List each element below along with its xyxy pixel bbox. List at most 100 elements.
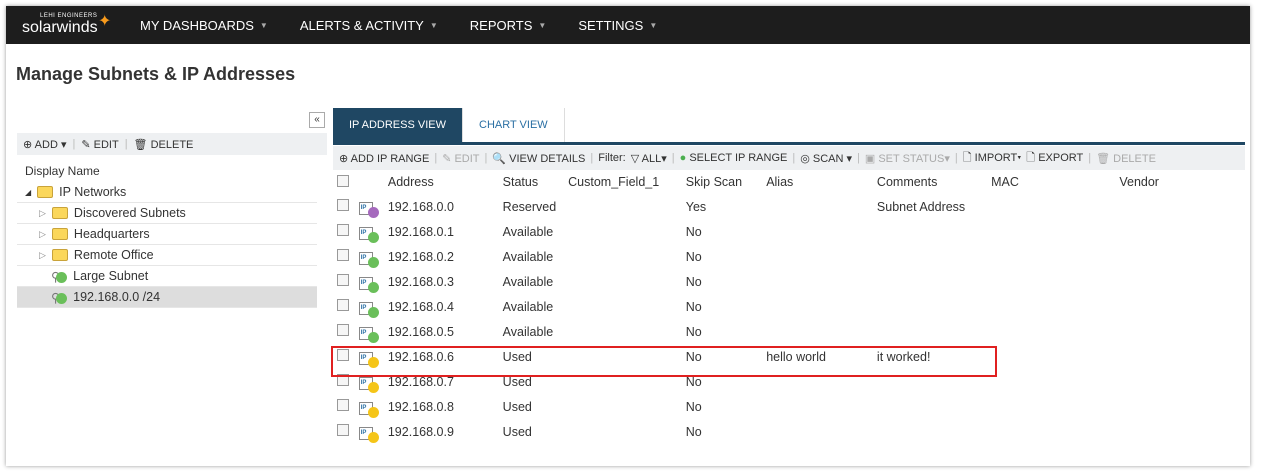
ip-status-icon: IP [358,377,379,393]
column-header[interactable]: Comments [873,170,987,194]
tree-toolbar: ⊕ ADD ▾ | ✎ EDIT | 🗑 DELETE [17,133,327,155]
ip-status-icon: IP [358,252,379,268]
cell [762,319,873,344]
cell [987,194,1115,219]
cell: Yes [685,199,707,214]
table-row[interactable]: IP 192.168.0.8 Used No [333,394,1245,419]
tab-ip-address-view[interactable]: IP ADDRESS VIEW [333,108,463,142]
cell [1115,294,1245,319]
ip-address-panel: IP ADDRESS VIEW CHART VIEW ⊕ ADD IP RANG… [333,108,1245,466]
ip-status-icon: IP [358,427,379,443]
collapse-panel-button[interactable]: « [309,112,325,128]
column-header[interactable]: Vendor [1115,170,1245,194]
nav-menu-3[interactable]: SETTINGS ▼ [578,18,657,33]
table-row[interactable]: IP 192.168.0.9 Used No [333,419,1245,444]
expand-arrow-icon: ▷ [39,249,46,260]
nav-menu-0[interactable]: MY DASHBOARDS ▼ [140,18,268,33]
column-header[interactable]: Address [384,170,499,194]
table-row[interactable]: IP 192.168.0.2 Available No [333,244,1245,269]
cell [873,319,987,344]
column-header[interactable]: Custom_Field_1 [564,170,682,194]
filter-dropdown[interactable]: ▽ ALL▾ [631,152,667,165]
row-checkbox[interactable] [337,299,349,311]
cell: Used [502,424,532,439]
delete-button[interactable]: 🗑 DELETE [1096,152,1156,165]
add-ip-range-button[interactable]: ⊕ ADD IP RANGE [339,152,429,165]
row-checkbox[interactable] [337,274,349,286]
set-status-button[interactable]: ▣ SET STATUS▾ [865,152,950,165]
tree-item[interactable]: ▷ Headquarters [17,224,317,245]
table-row[interactable]: IP 192.168.0.3 Available No [333,269,1245,294]
highlight-box [331,346,997,377]
subnet-tree-panel: « ⊕ ADD ▾ | ✎ EDIT | 🗑 DELETE Display Name… [17,108,327,466]
cell [762,269,873,294]
table-row[interactable]: IP 192.168.0.1 Available No [333,219,1245,244]
table-row[interactable]: IP 192.168.0.4 Available No [333,294,1245,319]
tree-item[interactable]: ◢ IP Networks [17,182,317,203]
tree-item[interactable]: ▷ Remote Office [17,245,317,266]
app-window: LEHI ENGINEERS solarwinds ✦ MY DASHBOARD… [6,6,1250,466]
column-header[interactable]: Alias [762,170,873,194]
column-header[interactable]: MAC [987,170,1115,194]
ip-status-icon: IP [358,402,379,418]
column-header-display-name: Display Name [25,164,100,178]
row-checkbox[interactable] [337,249,349,261]
top-nav: LEHI ENGINEERS solarwinds ✦ MY DASHBOARD… [6,6,1250,44]
cell [564,244,682,269]
cell [1115,419,1245,444]
row-checkbox[interactable] [337,399,349,411]
cell [873,294,987,319]
select-ip-range-button[interactable]: ● SELECT IP RANGE [680,152,788,164]
table-row[interactable]: IP 192.168.0.5 Available No [333,319,1245,344]
export-button[interactable]: 🗋 EXPORT [1026,149,1083,168]
scan-button[interactable]: ◎ SCAN ▾ [800,152,852,165]
edit-button[interactable]: ✎ EDIT [442,152,479,165]
view-tabs: IP ADDRESS VIEW CHART VIEW [333,108,1245,145]
column-header[interactable]: Skip Scan [682,170,762,194]
cell: Available [502,274,554,289]
row-checkbox[interactable] [337,224,349,236]
subnet-icon: ⚲ [51,290,68,305]
cell [1115,369,1245,394]
tree-item[interactable]: ⚲192.168.0.0 /24 [17,287,317,308]
filter-icon: ▽ [630,152,640,165]
cell: Used [502,399,532,414]
cell: Available [502,324,554,339]
ip-status-icon: IP [358,327,379,343]
cell [1115,319,1245,344]
caret-down-icon: ▼ [429,20,438,30]
page-title: Manage Subnets & IP Addresses [16,64,296,84]
cell [873,244,987,269]
cell [987,369,1115,394]
cell: Subnet Address [876,199,966,214]
tree-item[interactable]: ▷ Discovered Subnets [17,203,317,224]
cell [987,294,1115,319]
cell [762,394,873,419]
folder-icon [51,228,68,240]
cell: No [685,424,702,439]
ip-status-icon: IP [358,227,379,243]
cell [564,319,682,344]
edit-button[interactable]: ✎ EDIT [81,138,118,151]
delete-button[interactable]: 🗑 DELETE [134,138,194,151]
solarwinds-logo[interactable]: LEHI ENGINEERS solarwinds ✦ [6,6,126,44]
row-checkbox[interactable] [337,324,349,336]
cell [1115,219,1245,244]
row-checkbox[interactable] [337,199,349,211]
tree-item[interactable]: ⚲Large Subnet [17,266,317,287]
column-header[interactable]: Status [499,170,564,194]
view-details-button[interactable]: 🔍 VIEW DETAILS [492,152,585,165]
add-button[interactable]: ⊕ ADD ▾ [23,138,66,151]
cell [1115,344,1245,369]
cell [987,219,1115,244]
row-checkbox[interactable] [337,424,349,436]
cell [564,419,682,444]
import-button[interactable]: 🗋 IMPORT▾ [963,149,1022,168]
ip-status-icon: IP [358,277,379,293]
nav-menu-2[interactable]: REPORTS ▼ [470,18,547,33]
nav-menu-1[interactable]: ALERTS & ACTIVITY ▼ [300,18,438,33]
tab-chart-view[interactable]: CHART VIEW [463,108,565,142]
table-row[interactable]: IP 192.168.0.0 Reserved Yes Subnet Address [333,194,1245,219]
select-all-checkbox[interactable] [337,174,349,187]
flame-icon: ✦ [98,13,112,30]
